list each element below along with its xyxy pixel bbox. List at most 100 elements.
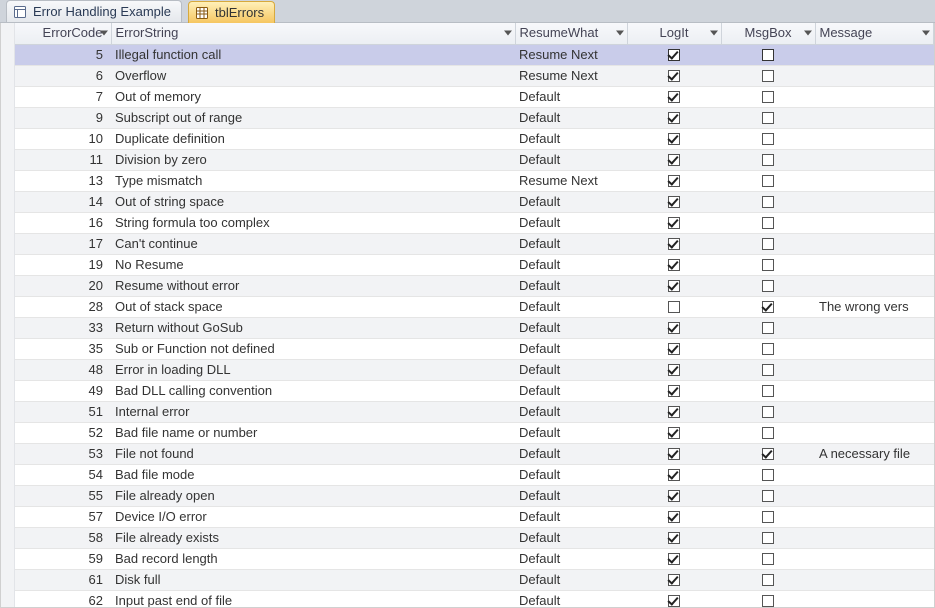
checkbox-msgbox[interactable] [762,280,774,292]
cell-message[interactable] [815,212,934,233]
cell-err[interactable]: Division by zero [111,149,515,170]
cell-msgbox[interactable] [721,107,815,128]
cell-msgbox[interactable] [721,401,815,422]
cell-err[interactable]: Device I/O error [111,506,515,527]
checkbox-logit[interactable] [668,301,680,313]
cell-resume[interactable]: Default [515,191,627,212]
table-row[interactable]: 20Resume without errorDefault [15,275,934,296]
cell-msgbox[interactable] [721,443,815,464]
table-row[interactable]: 7Out of memoryDefault [15,86,934,107]
cell-message[interactable] [815,464,934,485]
cell-message[interactable]: A necessary file [815,443,934,464]
cell-message[interactable] [815,380,934,401]
cell-err[interactable]: Bad DLL calling convention [111,380,515,401]
cell-msgbox[interactable] [721,296,815,317]
checkbox-msgbox[interactable] [762,490,774,502]
cell-resume[interactable]: Resume Next [515,65,627,86]
cell-err[interactable]: Duplicate definition [111,128,515,149]
cell-err[interactable]: Out of memory [111,86,515,107]
cell-logit[interactable] [627,107,721,128]
checkbox-msgbox[interactable] [762,133,774,145]
cell-err[interactable]: File already exists [111,527,515,548]
cell-msgbox[interactable] [721,548,815,569]
checkbox-logit[interactable] [668,385,680,397]
cell-logit[interactable] [627,44,721,65]
cell-message[interactable] [815,86,934,107]
tab-tblerrors[interactable]: tblErrors [188,1,275,23]
cell-code[interactable]: 28 [15,296,111,317]
checkbox-logit[interactable] [668,91,680,103]
row-selector-gutter[interactable] [1,23,15,607]
cell-code[interactable]: 61 [15,569,111,590]
cell-resume[interactable]: Default [515,443,627,464]
chevron-down-icon[interactable] [616,31,624,36]
table-row[interactable]: 55File already openDefault [15,485,934,506]
column-header-logit[interactable]: LogIt [627,23,721,44]
cell-code[interactable]: 58 [15,527,111,548]
cell-msgbox[interactable] [721,485,815,506]
cell-logit[interactable] [627,254,721,275]
cell-resume[interactable]: Default [515,338,627,359]
cell-code[interactable]: 54 [15,464,111,485]
cell-logit[interactable] [627,485,721,506]
column-header-err[interactable]: ErrorString [111,23,515,44]
cell-code[interactable]: 20 [15,275,111,296]
column-header-code[interactable]: ErrorCode [15,23,111,44]
checkbox-logit[interactable] [668,154,680,166]
cell-code[interactable]: 14 [15,191,111,212]
cell-err[interactable]: Out of stack space [111,296,515,317]
table-row[interactable]: 6OverflowResume Next [15,65,934,86]
cell-logit[interactable] [627,191,721,212]
checkbox-logit[interactable] [668,511,680,523]
checkbox-msgbox[interactable] [762,553,774,565]
cell-err[interactable]: Input past end of file [111,590,515,607]
cell-code[interactable]: 52 [15,422,111,443]
table-row[interactable]: 35Sub or Function not definedDefault [15,338,934,359]
cell-msgbox[interactable] [721,464,815,485]
checkbox-logit[interactable] [668,217,680,229]
cell-message[interactable] [815,485,934,506]
checkbox-msgbox[interactable] [762,112,774,124]
cell-logit[interactable] [627,275,721,296]
cell-err[interactable]: Return without GoSub [111,317,515,338]
table-row[interactable]: 48Error in loading DLLDefault [15,359,934,380]
cell-message[interactable] [815,401,934,422]
table-row[interactable]: 58File already existsDefault [15,527,934,548]
cell-resume[interactable]: Default [515,317,627,338]
cell-logit[interactable] [627,170,721,191]
cell-err[interactable]: String formula too complex [111,212,515,233]
column-header-resume[interactable]: ResumeWhat [515,23,627,44]
cell-err[interactable]: No Resume [111,254,515,275]
cell-msgbox[interactable] [721,170,815,191]
cell-err[interactable]: Subscript out of range [111,107,515,128]
cell-code[interactable]: 13 [15,170,111,191]
cell-resume[interactable]: Default [515,422,627,443]
checkbox-logit[interactable] [668,196,680,208]
cell-err[interactable]: Sub or Function not defined [111,338,515,359]
cell-message[interactable] [815,317,934,338]
table-row[interactable]: 59Bad record lengthDefault [15,548,934,569]
cell-message[interactable] [815,275,934,296]
checkbox-logit[interactable] [668,175,680,187]
cell-logit[interactable] [627,443,721,464]
cell-message[interactable] [815,44,934,65]
cell-resume[interactable]: Default [515,86,627,107]
table-row[interactable]: 53File not foundDefaultA necessary file [15,443,934,464]
cell-resume[interactable]: Default [515,401,627,422]
cell-resume[interactable]: Default [515,506,627,527]
checkbox-logit[interactable] [668,406,680,418]
checkbox-logit[interactable] [668,322,680,334]
cell-msgbox[interactable] [721,254,815,275]
cell-message[interactable] [815,65,934,86]
checkbox-msgbox[interactable] [762,427,774,439]
cell-code[interactable]: 51 [15,401,111,422]
table-row[interactable]: 54Bad file modeDefault [15,464,934,485]
checkbox-logit[interactable] [668,280,680,292]
cell-message[interactable] [815,527,934,548]
cell-err[interactable]: File not found [111,443,515,464]
checkbox-logit[interactable] [668,112,680,124]
cell-logit[interactable] [627,128,721,149]
cell-resume[interactable]: Default [515,107,627,128]
cell-message[interactable] [815,170,934,191]
cell-message[interactable] [815,359,934,380]
